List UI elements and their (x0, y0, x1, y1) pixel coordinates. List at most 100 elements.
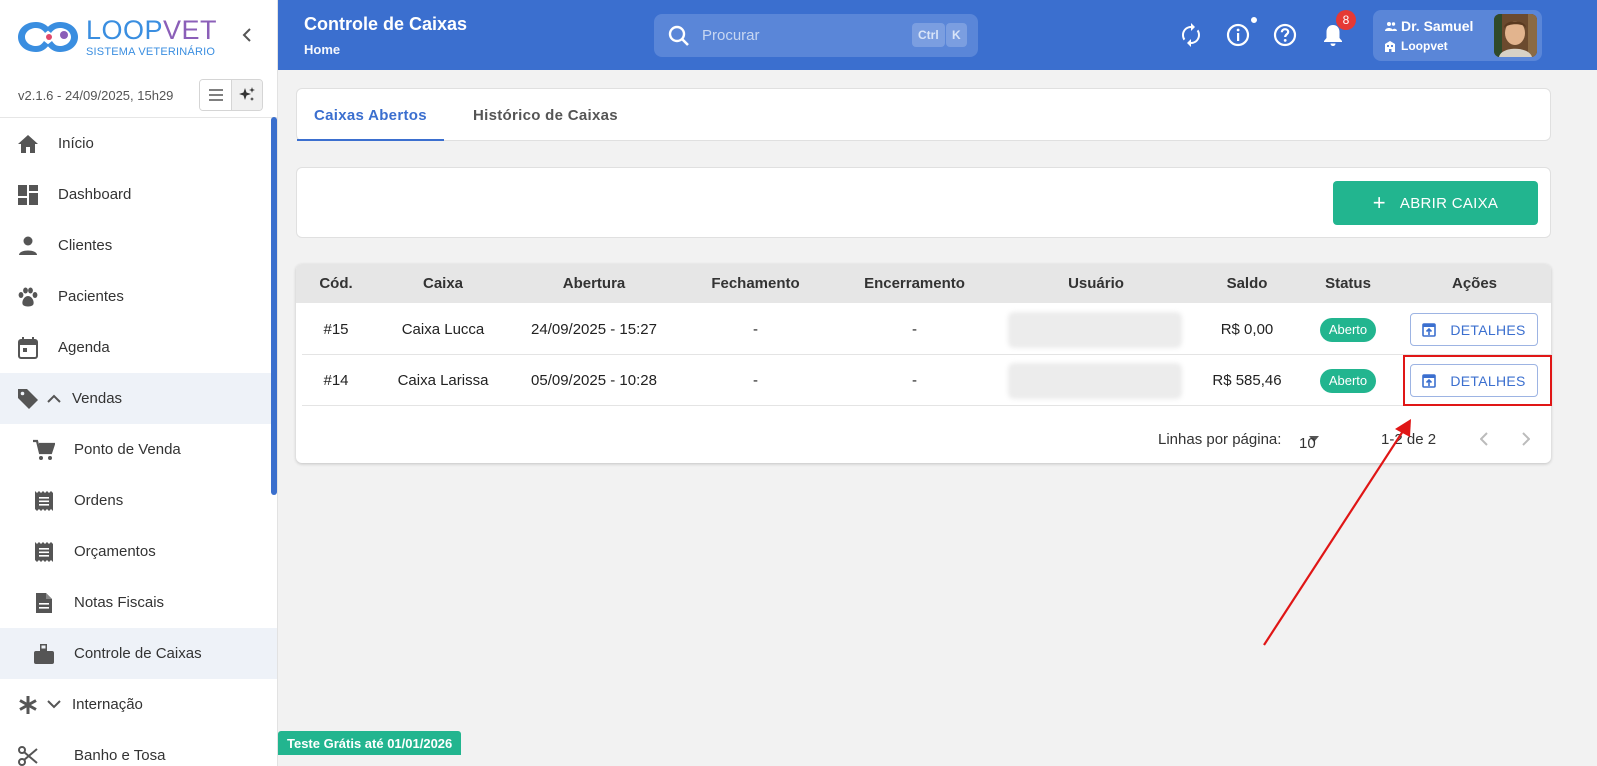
rows-per-page-label: Linhas por página: (1158, 431, 1282, 448)
kbd-ctrl: Ctrl (912, 23, 945, 47)
tabs-card: Caixas Abertos Histórico de Caixas (296, 88, 1551, 141)
sidebar-item-label: Início (58, 135, 94, 152)
cell-encerramento: - (912, 372, 917, 389)
kbd-k: K (946, 23, 967, 47)
rows-per-page-select[interactable]: 10 (1299, 426, 1319, 452)
user-name: Dr. Samuel (1385, 18, 1473, 34)
breadcrumb[interactable]: Home (304, 42, 340, 57)
sidebar-item-notas-fiscais[interactable]: Notas Fiscais (0, 577, 277, 628)
actions-card: + ABRIR CAIXA (296, 167, 1551, 238)
details-button[interactable]: DETALHES (1410, 313, 1538, 346)
column-header-saldo: Saldo (1226, 275, 1268, 292)
sync-button[interactable] (1178, 22, 1204, 48)
sidebar-item-ordens[interactable]: Ordens (0, 475, 277, 526)
details-label: DETALHES (1450, 321, 1526, 338)
sparkle-icon (239, 87, 255, 101)
brand-name: LOOPVET (86, 14, 218, 45)
sidebar-nav: Início Dashboard Clientes Pacientes Agen… (0, 118, 277, 766)
search-box[interactable]: Ctrl K (654, 14, 978, 57)
home-icon (16, 132, 40, 156)
cell-abertura: 05/09/2025 - 10:28 (531, 372, 657, 389)
user-org-text: Loopvet (1401, 39, 1448, 53)
cell-code: #15 (323, 321, 349, 338)
cell-saldo: R$ 0,00 (1220, 321, 1274, 338)
sync-icon (1182, 23, 1200, 47)
collapse-sidebar-button[interactable] (236, 24, 258, 46)
avatar (1494, 14, 1537, 57)
brand-name-part1: LOOP (86, 14, 164, 45)
help-button[interactable] (1272, 22, 1298, 48)
sidebar-scrollbar[interactable] (271, 117, 277, 495)
receipt-icon (32, 489, 56, 513)
brand-name-part2: VET (163, 14, 218, 45)
sidebar-item-controle-de-caixas[interactable]: Controle de Caixas (0, 628, 277, 679)
chevron-down-icon (46, 697, 62, 713)
open-cash-label: ABRIR CAIXA (1399, 194, 1499, 212)
sidebar-item-dashboard[interactable]: Dashboard (0, 169, 277, 220)
cell-saldo: R$ 585,46 (1212, 372, 1282, 389)
ai-sparkle-button[interactable] (231, 80, 262, 110)
sidebar-item-label: Banho e Tosa (74, 747, 166, 764)
next-page-button[interactable] (1513, 426, 1539, 452)
annotation-highlight-box (1403, 355, 1552, 406)
help-icon (1273, 23, 1297, 47)
trial-badge: Teste Grátis até 01/01/2026 (278, 731, 462, 755)
sidebar-group-vendas[interactable]: Vendas (0, 373, 277, 424)
sidebar-item-banho-tosa[interactable]: Banho e Tosa (0, 730, 277, 766)
version-text: v2.1.6 - 24/09/2025, 15h29 (18, 88, 174, 103)
sidebar-group-label: Internação (72, 696, 143, 713)
user-name-text: Dr. Samuel (1401, 18, 1474, 34)
tab-caixas-abertos[interactable]: Caixas Abertos (297, 89, 444, 141)
cell-abertura: 24/09/2025 - 15:27 (531, 321, 657, 338)
cart-icon (32, 438, 56, 462)
menu-view-button[interactable] (200, 80, 231, 110)
column-header-fechamento: Fechamento (711, 275, 800, 292)
sidebar-item-label: Pacientes (58, 288, 124, 305)
sidebar-item-orcamentos[interactable]: Orçamentos (0, 526, 277, 577)
rows-per-page-value: 10 (1299, 435, 1316, 452)
tab-label: Histórico de Caixas (473, 106, 618, 124)
cell-encerramento: - (912, 321, 917, 338)
cell-usuario-redacted (1008, 312, 1182, 348)
building-icon (1385, 40, 1395, 52)
dashboard-icon (16, 183, 40, 207)
column-header-caixa: Caixa (422, 275, 464, 292)
sidebar-item-label: Notas Fiscais (74, 594, 165, 611)
sidebar-item-label: Agenda (58, 339, 110, 356)
open-cash-button[interactable]: + ABRIR CAIXA (1333, 181, 1538, 225)
search-input[interactable] (702, 27, 902, 44)
cashbox-icon (32, 642, 56, 666)
sidebar-item-label: Orçamentos (74, 543, 156, 560)
loopvet-logo-icon (16, 18, 80, 56)
cell-caixa: Caixa Lucca (401, 321, 485, 338)
tab-historico-caixas[interactable]: Histórico de Caixas (473, 89, 618, 141)
sidebar: LOOPVET SISTEMA VETERINÁRIO v2.1.6 - 24/… (0, 0, 278, 766)
sidebar-item-clientes[interactable]: Clientes (0, 220, 277, 271)
cell-fechamento: - (753, 321, 758, 338)
column-header-usuario: Usuário (1068, 275, 1124, 292)
info-dot-indicator (1249, 15, 1259, 25)
app-root: LOOPVET SISTEMA VETERINÁRIO v2.1.6 - 24/… (0, 0, 1597, 766)
chevron-right-icon (1522, 432, 1530, 446)
sidebar-item-inicio[interactable]: Início (0, 118, 277, 169)
sidebar-item-ponto-de-venda[interactable]: Ponto de Venda (0, 424, 277, 475)
sidebar-item-label: Dashboard (58, 186, 132, 203)
sidebar-group-label: Vendas (72, 390, 123, 407)
table-pagination: Linhas por página: 10 1-2 de 2 (296, 422, 1551, 456)
sidebar-group-internacao[interactable]: Internação (0, 679, 277, 730)
column-header-code: Cód. (319, 275, 353, 292)
sidebar-item-pacientes[interactable]: Pacientes (0, 271, 277, 322)
sidebar-item-label: Controle de Caixas (74, 645, 202, 662)
menu-icon (208, 89, 223, 101)
document-icon (32, 591, 56, 615)
sidebar-item-label: Ordens (74, 492, 124, 509)
column-header-encerramento: Encerramento (864, 275, 965, 292)
table-header: Cód. Caixa Abertura Fechamento Encerrame… (296, 264, 1551, 303)
sidebar-item-label: Clientes (58, 237, 113, 254)
prev-page-button[interactable] (1471, 426, 1497, 452)
sidebar-item-agenda[interactable]: Agenda (0, 322, 277, 373)
info-button[interactable] (1225, 22, 1251, 48)
people-icon (1385, 22, 1397, 31)
brand-text: LOOPVET SISTEMA VETERINÁRIO (86, 14, 218, 58)
user-menu[interactable]: Dr. Samuel Loopvet (1373, 10, 1542, 61)
